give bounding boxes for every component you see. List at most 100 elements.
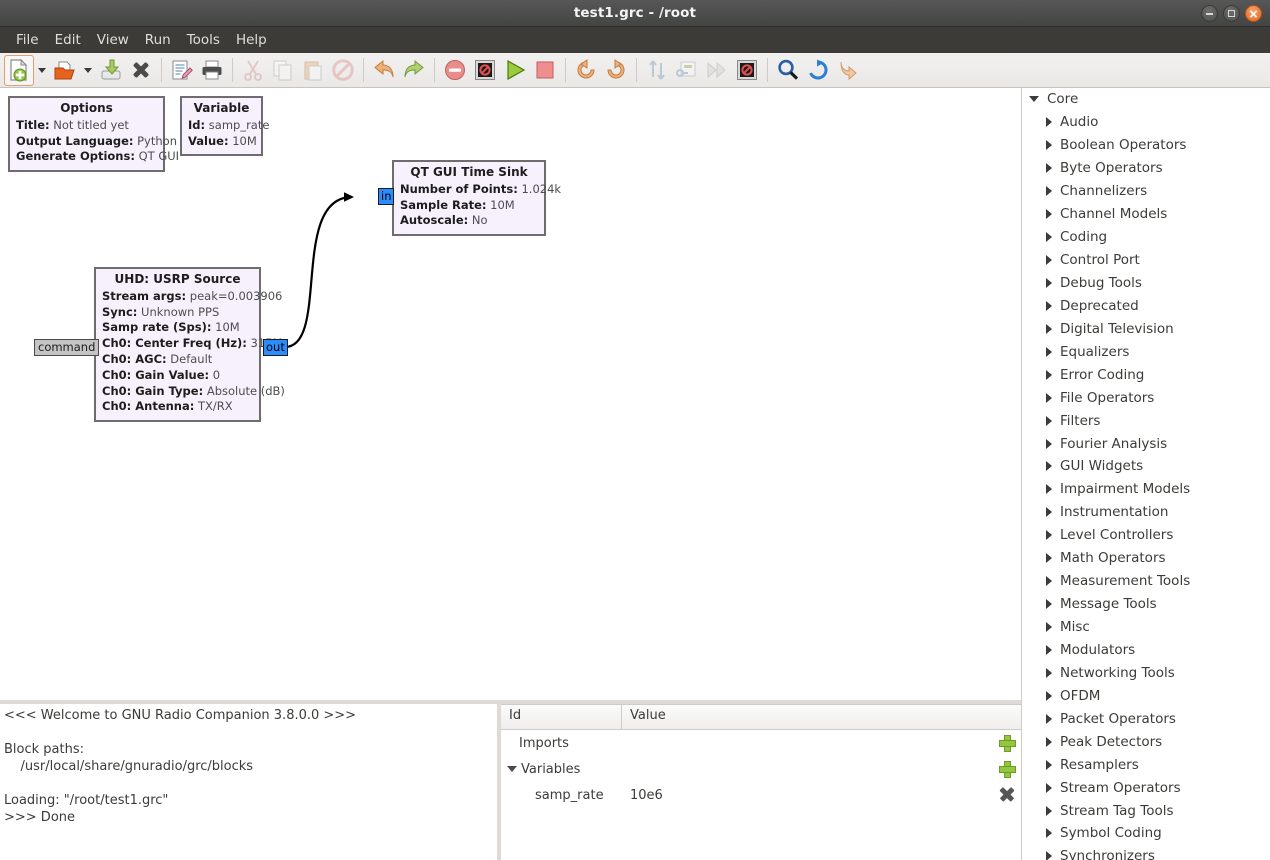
chevron-right-icon[interactable] [1046, 851, 1052, 860]
chevron-down-icon[interactable] [507, 766, 517, 772]
open-example-button[interactable] [833, 55, 863, 86]
find-block-button[interactable] [773, 55, 803, 86]
copy-button[interactable] [268, 55, 298, 86]
chevron-right-icon[interactable] [1046, 782, 1052, 793]
tree-item-math-operators[interactable]: Math Operators [1022, 547, 1270, 570]
new-flowgraph-button[interactable] [4, 54, 34, 86]
maximize-button[interactable] [1223, 5, 1240, 22]
new-dropdown-button[interactable] [34, 55, 50, 86]
tree-item-symbol-coding[interactable]: Symbol Coding [1022, 822, 1270, 845]
execute-flowgraph-button[interactable] [500, 55, 530, 86]
tree-item-stream-operators[interactable]: Stream Operators [1022, 776, 1270, 799]
chevron-right-icon[interactable] [1046, 163, 1052, 174]
chevron-right-icon[interactable] [1046, 277, 1052, 288]
chevron-right-icon[interactable] [1046, 300, 1052, 311]
tree-item-debug-tools[interactable]: Debug Tools [1022, 272, 1270, 295]
tree-item-gui-widgets[interactable]: GUI Widgets [1022, 455, 1270, 478]
add-import-button[interactable] [999, 735, 1016, 752]
chevron-right-icon[interactable] [1046, 759, 1052, 770]
save-flowgraph-button[interactable] [96, 55, 126, 86]
menu-view[interactable]: View [89, 30, 137, 50]
tree-item-equalizers[interactable]: Equalizers [1022, 340, 1270, 363]
tree-item-synchronizers[interactable]: Synchronizers [1022, 845, 1270, 860]
tree-item-channelizers[interactable]: Channelizers [1022, 180, 1270, 203]
chevron-right-icon[interactable] [1046, 828, 1052, 839]
chevron-right-icon[interactable] [1046, 644, 1052, 655]
toggle-source-sink-button[interactable] [642, 55, 672, 86]
tree-root-core[interactable]: Core [1022, 88, 1270, 111]
delete-button[interactable] [328, 55, 358, 86]
add-variable-button[interactable] [999, 761, 1016, 778]
menu-edit[interactable]: Edit [47, 30, 89, 50]
tree-item-misc[interactable]: Misc [1022, 616, 1270, 639]
bypass-block-button[interactable] [702, 55, 732, 86]
tree-item-resamplers[interactable]: Resamplers [1022, 753, 1270, 776]
qt-gui-time-sink-block[interactable]: QT GUI Time Sink Number of Points: 1.024… [392, 160, 561, 237]
errors-button[interactable] [440, 55, 470, 86]
variables-row-variables[interactable]: Variables [501, 756, 1021, 782]
rotate-left-button[interactable] [571, 55, 601, 86]
chevron-right-icon[interactable] [1046, 530, 1052, 541]
chevron-right-icon[interactable] [1046, 599, 1052, 610]
reload-blocks-button[interactable] [803, 55, 833, 86]
tree-item-coding[interactable]: Coding [1022, 226, 1270, 249]
redo-button[interactable] [399, 55, 429, 86]
tree-item-file-operators[interactable]: File Operators [1022, 386, 1270, 409]
column-header-value[interactable]: Value [622, 705, 1021, 729]
chevron-right-icon[interactable] [1046, 255, 1052, 266]
tree-item-audio[interactable]: Audio [1022, 111, 1270, 134]
tree-item-networking-tools[interactable]: Networking Tools [1022, 661, 1270, 684]
menu-help[interactable]: Help [228, 30, 275, 50]
rotate-right-button[interactable] [601, 55, 631, 86]
tree-item-level-controllers[interactable]: Level Controllers [1022, 524, 1270, 547]
output-port-out[interactable]: out [263, 339, 288, 356]
uhd-usrp-source-block[interactable]: UHD: USRP Source Stream args: peak=0.003… [94, 267, 285, 423]
disable-block-button[interactable] [732, 55, 762, 86]
tree-item-measurement-tools[interactable]: Measurement Tools [1022, 570, 1270, 593]
flowgraph-canvas[interactable]: Options Title: Not titled yet Output Lan… [0, 88, 1021, 700]
tree-item-boolean-operators[interactable]: Boolean Operators [1022, 134, 1270, 157]
remove-variable-button[interactable] [1000, 787, 1014, 801]
chevron-right-icon[interactable] [1046, 713, 1052, 724]
chevron-right-icon[interactable] [1046, 369, 1052, 380]
chevron-right-icon[interactable] [1046, 186, 1052, 197]
enable-block-button[interactable] [672, 55, 702, 86]
close-flowgraph-button[interactable] [126, 55, 156, 86]
tree-item-instrumentation[interactable]: Instrumentation [1022, 501, 1270, 524]
tree-item-deprecated[interactable]: Deprecated [1022, 294, 1270, 317]
chevron-right-icon[interactable] [1046, 346, 1052, 357]
message-port-command[interactable]: command [34, 339, 100, 356]
chevron-right-icon[interactable] [1046, 622, 1052, 633]
chevron-down-icon[interactable] [1029, 96, 1039, 103]
tree-item-impairment-models[interactable]: Impairment Models [1022, 478, 1270, 501]
chevron-right-icon[interactable] [1046, 415, 1052, 426]
generate-button[interactable] [470, 55, 500, 86]
column-header-id[interactable]: Id [501, 705, 622, 729]
tree-item-message-tools[interactable]: Message Tools [1022, 593, 1270, 616]
edit-properties-button[interactable] [167, 55, 197, 86]
variable-block[interactable]: Variable Id: samp_rate Value: 10M [180, 96, 269, 157]
options-block[interactable]: Options Title: Not titled yet Output Lan… [8, 96, 179, 173]
open-flowgraph-button[interactable] [50, 55, 80, 86]
kill-flowgraph-button[interactable] [530, 55, 560, 86]
chevron-right-icon[interactable] [1046, 576, 1052, 587]
tree-item-fourier-analysis[interactable]: Fourier Analysis [1022, 432, 1270, 455]
tree-item-stream-tag-tools[interactable]: Stream Tag Tools [1022, 799, 1270, 822]
chevron-right-icon[interactable] [1046, 690, 1052, 701]
chevron-right-icon[interactable] [1046, 323, 1052, 334]
undo-button[interactable] [369, 55, 399, 86]
chevron-right-icon[interactable] [1046, 209, 1052, 220]
chevron-right-icon[interactable] [1046, 553, 1052, 564]
tree-item-modulators[interactable]: Modulators [1022, 639, 1270, 662]
chevron-right-icon[interactable] [1046, 805, 1052, 816]
chevron-right-icon[interactable] [1046, 438, 1052, 449]
menu-tools[interactable]: Tools [179, 30, 228, 50]
block-tree-panel[interactable]: Core Audio Boolean Operators Byte Operator… [1021, 88, 1270, 860]
tree-item-peak-detectors[interactable]: Peak Detectors [1022, 730, 1270, 753]
close-button[interactable] [1245, 5, 1262, 22]
chevron-right-icon[interactable] [1046, 507, 1052, 518]
tree-item-control-port[interactable]: Control Port [1022, 249, 1270, 272]
input-port-in[interactable]: in [378, 188, 395, 205]
open-dropdown-button[interactable] [80, 55, 96, 86]
tree-item-byte-operators[interactable]: Byte Operators [1022, 157, 1270, 180]
